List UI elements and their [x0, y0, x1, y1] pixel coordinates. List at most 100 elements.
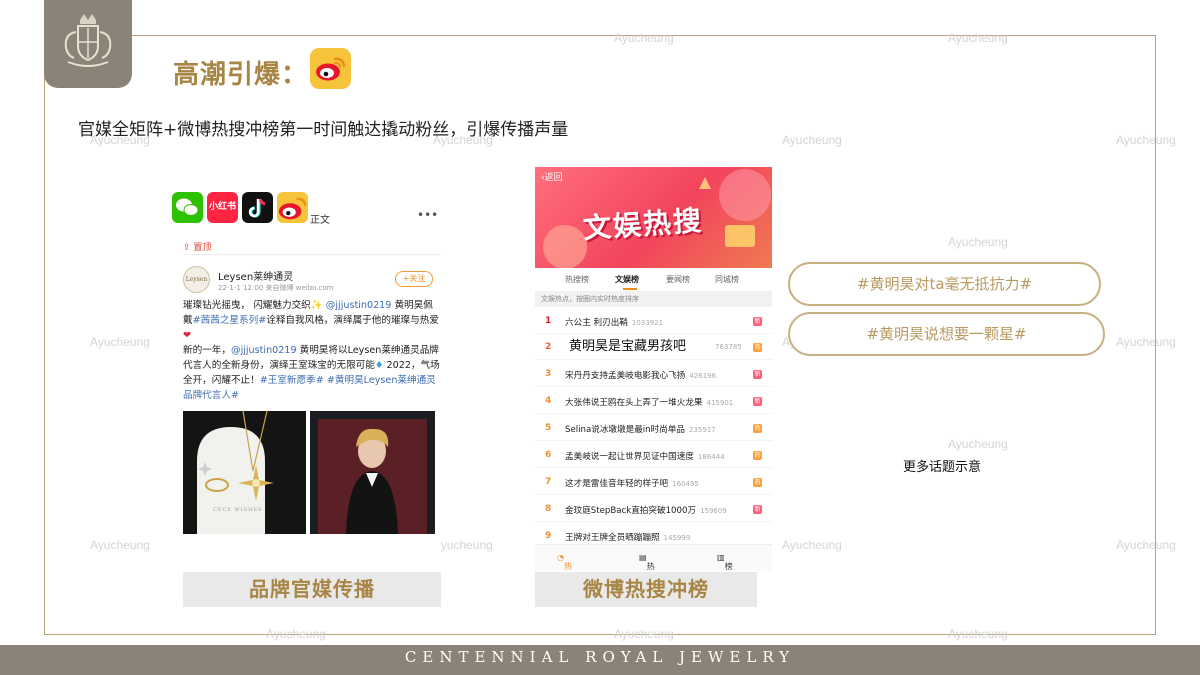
tab-local[interactable]: 同城榜 — [715, 274, 739, 285]
douyin-icon — [242, 192, 273, 223]
hot-search-text: 孟美岐说一起让世界见证中国速度 — [565, 452, 694, 462]
pinned-label: ⇪ 置顶 — [183, 243, 212, 253]
hot-search-text: 王牌对王牌全员晒蹦蹦照 — [565, 533, 660, 543]
hot-badge: 热 — [753, 451, 762, 460]
weibo-hot-search-screenshot: ‹返回 文娱热搜 热搜榜 文娱榜 要闻榜 同城榜 文娱热点，按圈内实时热度排序 … — [535, 167, 772, 571]
watermark: Ayucheung — [614, 627, 674, 641]
topic-pill[interactable]: #黄明昊说想要一颗星# — [788, 312, 1105, 356]
left-caption: 品牌官媒传播 — [183, 572, 441, 607]
hot-search-row[interactable]: 8 金玟庭StepBack直拍突破1000万 159609 新 — [535, 496, 772, 522]
ranking-description: 文娱热点，按圈内实时热度排序 — [535, 291, 772, 307]
post-text: 新的一年， — [183, 345, 231, 356]
post-mention[interactable]: @jjjustin0219 — [231, 345, 297, 356]
jewelry-photo[interactable]: CECE WISHES — [183, 411, 306, 534]
heat-count: 159609 — [700, 507, 727, 515]
heat-count: 426196 — [689, 372, 717, 380]
tab-news[interactable]: 要闻榜 — [666, 274, 690, 285]
hot-search-row[interactable]: 7 这才是雷佳音年轻的样子吧 160495 热 — [535, 469, 772, 495]
right-caption: 微博热搜冲榜 — [535, 572, 757, 607]
weibo-post-screenshot: 小红书 正文 ••• ⇪ 置顶 Leysen Leysen莱绅通灵 22-1-1… — [172, 192, 441, 567]
follow-button[interactable]: +关注 — [395, 271, 433, 287]
spokesperson-photo[interactable] — [310, 411, 435, 534]
rank-number: 2 — [545, 342, 552, 352]
pinned-text: 置顶 — [193, 243, 212, 253]
hot-search-text: 六公主 利刃出鞘 — [565, 318, 628, 328]
watermark: Ayucheung — [90, 335, 150, 349]
new-badge: 新 — [753, 370, 762, 379]
topic-pill[interactable]: #黄明昊对ta毫无抵抗力# — [788, 262, 1101, 306]
hot-search-row[interactable]: 1 六公主 利刃出鞘 1033921 新 — [535, 308, 772, 334]
jewelry-illustration — [197, 411, 274, 534]
nav-hot-search-label: 热搜 — [563, 562, 572, 571]
back-label: 返回 — [544, 173, 563, 183]
hot-search-text: 宋丹丹支持孟美岐电影我心飞扬 — [565, 371, 686, 381]
nav-discussion-label: 热议 — [646, 562, 655, 571]
hot-search-text: 金玟庭StepBack直拍突破1000万 — [565, 506, 697, 516]
spokesperson-illustration — [318, 419, 427, 534]
hot-search-text: 大张伟说王鸥在头上弄了一堆火龙果 — [565, 398, 703, 408]
rank-number: 9 — [545, 531, 552, 541]
back-button[interactable]: ‹返回 — [541, 170, 563, 183]
rank-number: 1 — [545, 316, 552, 326]
nav-hot-search[interactable]: ◔ 热搜 — [557, 553, 572, 571]
hot-search-row[interactable]: 4 大张伟说王鸥在头上弄了一堆火龙果 415901 新 — [535, 388, 772, 414]
hot-search-text: Selina说冰墩墩是最in时尚单品 — [565, 425, 686, 435]
watermark: Ayucheung — [1116, 335, 1176, 349]
watermark: Ayucheung — [1116, 538, 1176, 552]
hot-badge: 热 — [753, 424, 762, 433]
hot-search-banner: ‹返回 文娱热搜 — [535, 167, 772, 268]
heat-count: 415901 — [706, 399, 734, 407]
active-tab-indicator — [623, 288, 637, 290]
royal-crest-icon — [64, 14, 112, 67]
nav-ranking[interactable]: ▥ 榜单 — [717, 553, 733, 571]
hot-search-row[interactable]: 2 763785 黄明昊是宝藏男孩吧 热 — [535, 334, 772, 360]
heat-count: 145999 — [663, 534, 691, 542]
logo-badge — [44, 0, 132, 88]
watermark: Ayucheung — [948, 437, 1008, 451]
xiaohongshu-icon: 小红书 — [207, 192, 238, 223]
new-badge: 新 — [753, 317, 762, 326]
avatar[interactable]: Leysen — [183, 266, 210, 293]
heat-count: 160495 — [672, 480, 699, 488]
rank-number: 6 — [545, 450, 552, 460]
hot-badge: 热 — [753, 343, 762, 352]
tab-entertainment[interactable]: 文娱榜 — [615, 274, 639, 285]
heart-icon: ❤ — [183, 330, 192, 341]
wechat-icon — [172, 192, 203, 223]
post-body: 璀璨钻光摇曳， 闪耀魅力交织✨ @jjjustin0219 黄明昊佩戴#茜茜之星… — [183, 298, 441, 403]
watermark: Ayucheung — [782, 538, 842, 552]
rank-number: 3 — [545, 369, 552, 379]
page-subtitle: 官媒全矩阵+微博热搜冲榜第一时间触达撬动粉丝，引爆传播声量 — [78, 120, 569, 140]
hot-search-row[interactable]: 6 孟美岐说一起让世界见证中国速度 186444 热 — [535, 442, 772, 468]
page-title: 高潮引爆： — [173, 60, 309, 90]
post-hashtag[interactable]: #茜茜之星系列# — [193, 315, 267, 326]
new-badge: 新 — [753, 505, 762, 514]
post-author[interactable]: Leysen莱绅通灵 — [218, 268, 293, 283]
tab-hot-search[interactable]: 热搜榜 — [565, 274, 589, 285]
heat-count: 1033921 — [631, 319, 664, 327]
hot-search-row[interactable]: 3 宋丹丹支持孟美岐电影我心飞扬 426196 新 — [535, 361, 772, 387]
rank-number: 7 — [545, 477, 552, 487]
post-topbar-title: 正文 — [310, 215, 330, 226]
product-caption: CECE WISHES — [213, 507, 263, 513]
more-topics-label: 更多话题示意 — [903, 460, 982, 475]
post-text: 诠释自我风格，演绎属于他的璀璨与热爱 — [266, 315, 439, 326]
hot-search-row[interactable]: 5 Selina说冰墩墩是最in时尚单品 235917 热 — [535, 415, 772, 441]
rank-number: 5 — [545, 423, 552, 433]
bottom-nav: ◔ 热搜 ▤ 热议 ▥ 榜单 — [535, 544, 772, 571]
watermark: Ayucheung — [782, 133, 842, 147]
hot-search-text: 这才是雷佳音年轻的样子吧 — [565, 479, 669, 489]
rank-number: 4 — [545, 396, 552, 406]
watermark: Ayucheung — [948, 235, 1008, 249]
more-options-icon[interactable]: ••• — [417, 208, 438, 222]
watermark: Ayucheung — [948, 31, 1008, 45]
weibo-app-icon — [277, 192, 308, 223]
diamond-icon: ♦ — [374, 360, 384, 371]
post-meta: 22-1-1 12:00 来自微博 weibo.com — [218, 284, 334, 292]
post-mention[interactable]: @jjjustin0219 — [326, 300, 392, 311]
watermark: Ayucheung — [948, 627, 1008, 641]
nav-ranking-label: 榜单 — [724, 562, 733, 571]
highlighted-hot-search-text: 黄明昊是宝藏男孩吧 — [565, 337, 713, 357]
nav-discussion[interactable]: ▤ 热议 — [639, 553, 655, 571]
new-badge: 新 — [753, 397, 762, 406]
